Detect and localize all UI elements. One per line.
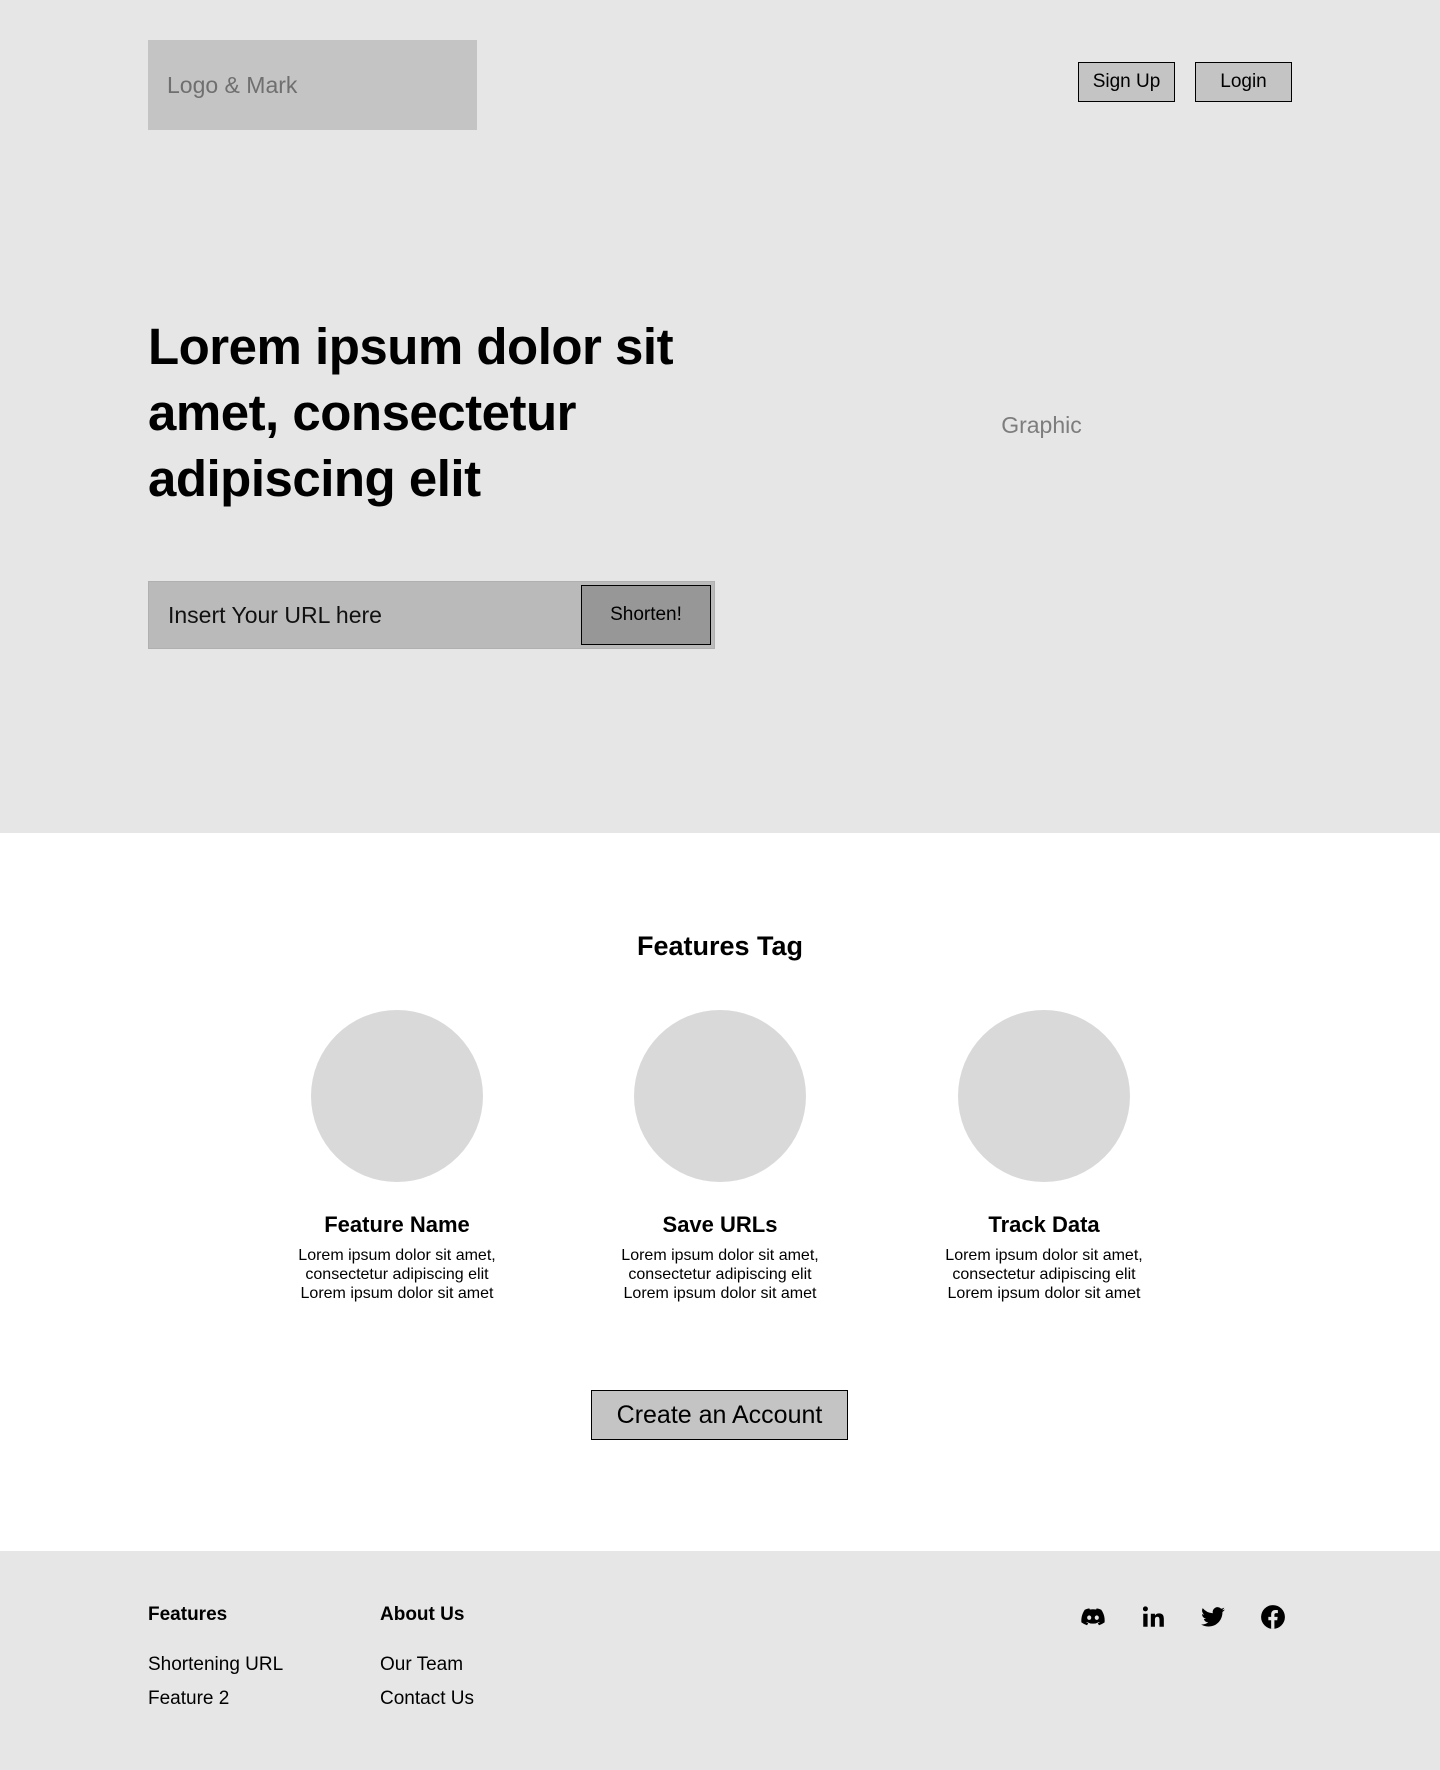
shorten-button[interactable]: Shorten! xyxy=(581,585,711,645)
footer-column-about: About Us Our Team Contact Us xyxy=(380,1604,474,1716)
login-button[interactable]: Login xyxy=(1195,62,1292,102)
feature-description: Lorem ipsum dolor sit amet, consectetur … xyxy=(298,1247,496,1302)
discord-icon[interactable] xyxy=(1080,1604,1106,1630)
hero-section: Logo & Mark Sign Up Login Lorem ipsum do… xyxy=(0,0,1440,833)
feature-description: Lorem ipsum dolor sit amet, consectetur … xyxy=(945,1247,1143,1302)
footer-heading: Features xyxy=(148,1604,228,1625)
url-input[interactable] xyxy=(168,582,568,648)
footer: Features Shortening URL Feature 2 About … xyxy=(0,1551,1440,1770)
feature-image-placeholder xyxy=(958,1010,1130,1182)
feature-name: Save URLs xyxy=(662,1212,778,1237)
feature-image-placeholder xyxy=(634,1010,806,1182)
hero-graphic-placeholder: Graphic xyxy=(1001,412,1082,438)
facebook-icon[interactable] xyxy=(1260,1604,1286,1630)
social-links xyxy=(1080,1604,1286,1630)
feature-name: Track Data xyxy=(988,1212,1100,1237)
footer-column-features: Features Shortening URL Feature 2 xyxy=(148,1604,283,1716)
feature-description: Lorem ipsum dolor sit amet, consectetur … xyxy=(621,1247,819,1302)
sign-up-button[interactable]: Sign Up xyxy=(1078,62,1175,102)
feature-card: Save URLs Lorem ipsum dolor sit amet, co… xyxy=(610,1010,830,1303)
logo[interactable]: Logo & Mark xyxy=(148,40,477,130)
footer-heading: About Us xyxy=(380,1604,465,1625)
feature-image-placeholder xyxy=(311,1010,483,1182)
feature-card: Track Data Lorem ipsum dolor sit amet, c… xyxy=(934,1010,1154,1303)
twitter-icon[interactable] xyxy=(1200,1604,1226,1630)
footer-link-feature-2[interactable]: Feature 2 xyxy=(148,1682,283,1716)
footer-link-contact-us[interactable]: Contact Us xyxy=(380,1682,474,1716)
linkedin-icon[interactable] xyxy=(1140,1604,1166,1630)
url-shortener-form: Shorten! xyxy=(148,581,715,649)
create-account-button[interactable]: Create an Account xyxy=(591,1390,848,1440)
features-title: Features Tag xyxy=(636,931,804,961)
footer-link-shortening-url[interactable]: Shortening URL xyxy=(148,1648,283,1682)
footer-link-our-team[interactable]: Our Team xyxy=(380,1648,474,1682)
feature-name: Feature Name xyxy=(324,1212,470,1237)
feature-card: Feature Name Lorem ipsum dolor sit amet,… xyxy=(287,1010,507,1303)
hero-headline: Lorem ipsum dolor sit amet, consectetur … xyxy=(148,318,674,507)
